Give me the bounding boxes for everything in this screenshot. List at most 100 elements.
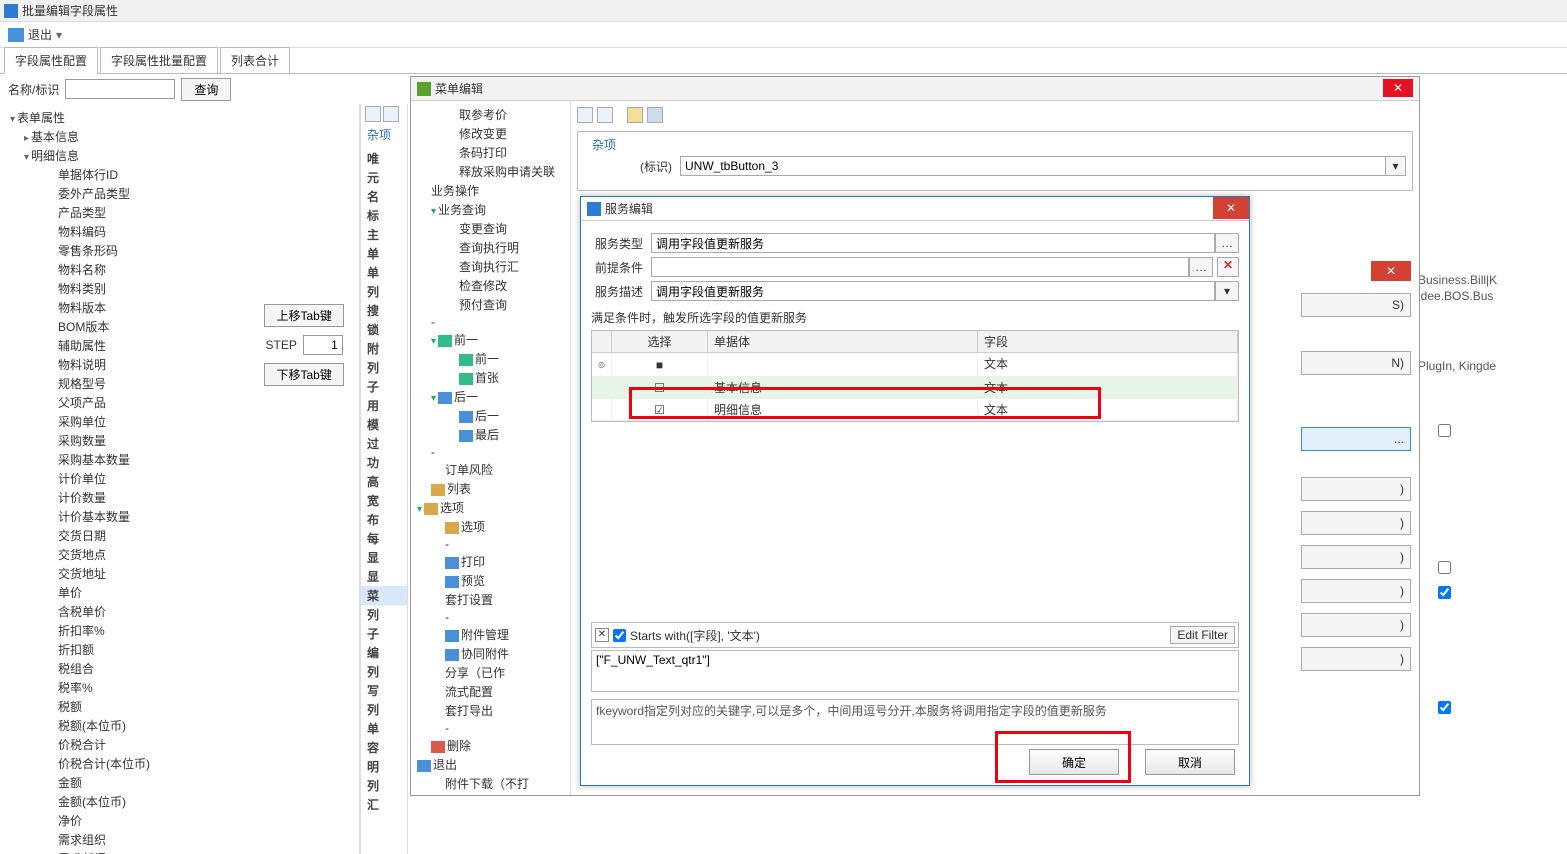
tree-field-item[interactable]: 零售条形码 bbox=[4, 241, 245, 260]
tree-field-item[interactable]: 交货地址 bbox=[4, 564, 245, 583]
property-row[interactable]: 布 bbox=[361, 510, 407, 529]
property-row[interactable]: 列 bbox=[361, 605, 407, 624]
tree-field-item[interactable]: 折扣额 bbox=[4, 640, 245, 659]
property-row[interactable]: 子 bbox=[361, 624, 407, 643]
tree-field-item[interactable]: 交货日期 bbox=[4, 526, 245, 545]
tree-field-item[interactable]: 金额(本位币) bbox=[4, 792, 245, 811]
property-row[interactable]: 单 bbox=[361, 244, 407, 263]
ok-button[interactable]: 确定 bbox=[1029, 749, 1119, 775]
grid-row-checkbox[interactable]: ☐ bbox=[612, 377, 708, 398]
menu-item[interactable]: 协同附件 bbox=[411, 644, 570, 663]
menu-item[interactable]: 查询执行明 bbox=[411, 238, 570, 257]
property-row[interactable]: 功 bbox=[361, 453, 407, 472]
property-row[interactable]: 主 bbox=[361, 225, 407, 244]
secondary-close-button[interactable]: ✕ bbox=[1371, 261, 1411, 281]
stack-btn[interactable]: ) bbox=[1301, 647, 1411, 671]
page-icon[interactable] bbox=[647, 107, 663, 123]
property-row[interactable]: 单 bbox=[361, 263, 407, 282]
menu-item[interactable]: 流式配置 bbox=[411, 682, 570, 701]
menu-item[interactable]: 取参考价 bbox=[411, 105, 570, 124]
property-row[interactable]: 单 bbox=[361, 719, 407, 738]
menu-edit-close-button[interactable]: ✕ bbox=[1383, 79, 1413, 97]
menu-tree[interactable]: 取参考价 修改变更 条码打印 释放采购申请关联 业务操作 业务查询 变更查询 查… bbox=[411, 101, 571, 795]
tree-field-item[interactable]: 需求部门 bbox=[4, 849, 245, 854]
tab-field-batch-config[interactable]: 字段属性批量配置 bbox=[100, 47, 218, 73]
stack-btn-s[interactable]: S) bbox=[1301, 293, 1411, 317]
property-row[interactable]: 用 bbox=[361, 396, 407, 415]
tree-field-item[interactable]: 规格型号 bbox=[4, 374, 245, 393]
tree-field-item[interactable]: BOM版本 bbox=[4, 317, 245, 336]
property-row[interactable]: 显 bbox=[361, 567, 407, 586]
property-row[interactable]: 子 bbox=[361, 377, 407, 396]
form-property-tree[interactable]: 表单属性 基本信息 明细信息 单据体行ID委外产品类型产品类型物料编码零售条形码… bbox=[0, 104, 249, 854]
grid-row-checkbox[interactable]: ■ bbox=[612, 353, 708, 376]
menu-item[interactable]: 释放采购申请关联 bbox=[411, 162, 570, 181]
property-row[interactable]: 宽 bbox=[361, 491, 407, 510]
property-row[interactable]: 标 bbox=[361, 206, 407, 225]
menu-item[interactable]: 套打导出 bbox=[411, 701, 570, 720]
menu-group[interactable]: 选项 bbox=[411, 498, 570, 517]
tree-field-item[interactable]: 净价 bbox=[4, 811, 245, 830]
move-down-tab-button[interactable]: 下移Tab键 bbox=[264, 363, 344, 386]
property-row[interactable]: 高 bbox=[361, 472, 407, 491]
check-1[interactable] bbox=[1438, 424, 1451, 437]
grid-cell[interactable]: 文本 bbox=[978, 377, 1238, 398]
property-row[interactable]: 过 bbox=[361, 434, 407, 453]
service-type-input[interactable] bbox=[651, 233, 1215, 253]
property-row[interactable]: 容 bbox=[361, 738, 407, 757]
property-row[interactable]: 搜 bbox=[361, 301, 407, 320]
property-row[interactable]: 列 bbox=[361, 776, 407, 795]
tree-field-item[interactable]: 计价数量 bbox=[4, 488, 245, 507]
menu-item[interactable]: 前一 bbox=[411, 349, 570, 368]
property-row[interactable]: 汇 bbox=[361, 795, 407, 814]
tab-field-config[interactable]: 字段属性配置 bbox=[4, 47, 98, 74]
service-desc-dropdown-button[interactable]: ▾ bbox=[1215, 281, 1239, 301]
sort2-icon[interactable] bbox=[383, 106, 399, 122]
check-2[interactable] bbox=[1438, 561, 1451, 574]
property-row[interactable]: 列 bbox=[361, 662, 407, 681]
property-row[interactable]: 列 bbox=[361, 700, 407, 719]
property-row[interactable]: 锁 bbox=[361, 320, 407, 339]
menu-item[interactable]: 分享（已作 bbox=[411, 663, 570, 682]
menu-item[interactable]: 选项 bbox=[411, 517, 570, 536]
search-button[interactable]: 查询 bbox=[181, 78, 231, 101]
grid-cell[interactable]: 基本信息 bbox=[708, 377, 978, 398]
tree-field-item[interactable]: 单据体行ID bbox=[4, 165, 245, 184]
id-input[interactable] bbox=[680, 156, 1386, 176]
tree-field-item[interactable]: 委外产品类型 bbox=[4, 184, 245, 203]
menu-group[interactable]: 业务操作 bbox=[411, 181, 570, 200]
tree-field-item[interactable]: 单价 bbox=[4, 583, 245, 602]
tree-root[interactable]: 表单属性 bbox=[4, 108, 245, 127]
menu-item[interactable]: 附件管理 bbox=[411, 625, 570, 644]
search-input[interactable] bbox=[65, 79, 175, 99]
tree-field-item[interactable]: 税组合 bbox=[4, 659, 245, 678]
grid-cell[interactable]: 文本 bbox=[978, 399, 1238, 420]
tree-field-item[interactable]: 价税合计 bbox=[4, 735, 245, 754]
filter-clear-icon[interactable]: ✕ bbox=[595, 628, 609, 642]
tree-field-item[interactable]: 折扣率% bbox=[4, 621, 245, 640]
menu-item[interactable]: 查询执行汇 bbox=[411, 257, 570, 276]
menu-item[interactable]: 列表 bbox=[411, 479, 570, 498]
dropdown-icon[interactable]: ▾ bbox=[1386, 156, 1406, 176]
dropdown-caret-icon[interactable]: ▾ bbox=[56, 28, 62, 42]
property-row[interactable]: 写 bbox=[361, 681, 407, 700]
tree-field-item[interactable]: 交货地点 bbox=[4, 545, 245, 564]
menu-item[interactable]: 退出 bbox=[411, 755, 570, 774]
menu-item[interactable]: 订单风险 bbox=[411, 460, 570, 479]
menu-group[interactable]: 后一 bbox=[411, 387, 570, 406]
tab-list-total[interactable]: 列表合计 bbox=[220, 47, 290, 73]
precondition-input[interactable] bbox=[651, 257, 1189, 277]
tree-field-item[interactable]: 物料说明 bbox=[4, 355, 245, 374]
menu-item[interactable]: 删除 bbox=[411, 736, 570, 755]
property-row[interactable]: 模 bbox=[361, 415, 407, 434]
exit-button[interactable]: 退出 bbox=[28, 26, 52, 43]
tree-field-item[interactable]: 采购单位 bbox=[4, 412, 245, 431]
tree-field-item[interactable]: 物料编码 bbox=[4, 222, 245, 241]
tree-field-item[interactable]: 税率% bbox=[4, 678, 245, 697]
move-up-tab-button[interactable]: 上移Tab键 bbox=[264, 304, 344, 327]
tree-field-item[interactable]: 价税合计(本位币) bbox=[4, 754, 245, 773]
tree-field-item[interactable]: 计价基本数量 bbox=[4, 507, 245, 526]
property-row[interactable]: 明 bbox=[361, 757, 407, 776]
step-input[interactable] bbox=[303, 335, 343, 355]
menu-group[interactable]: 前一 bbox=[411, 330, 570, 349]
